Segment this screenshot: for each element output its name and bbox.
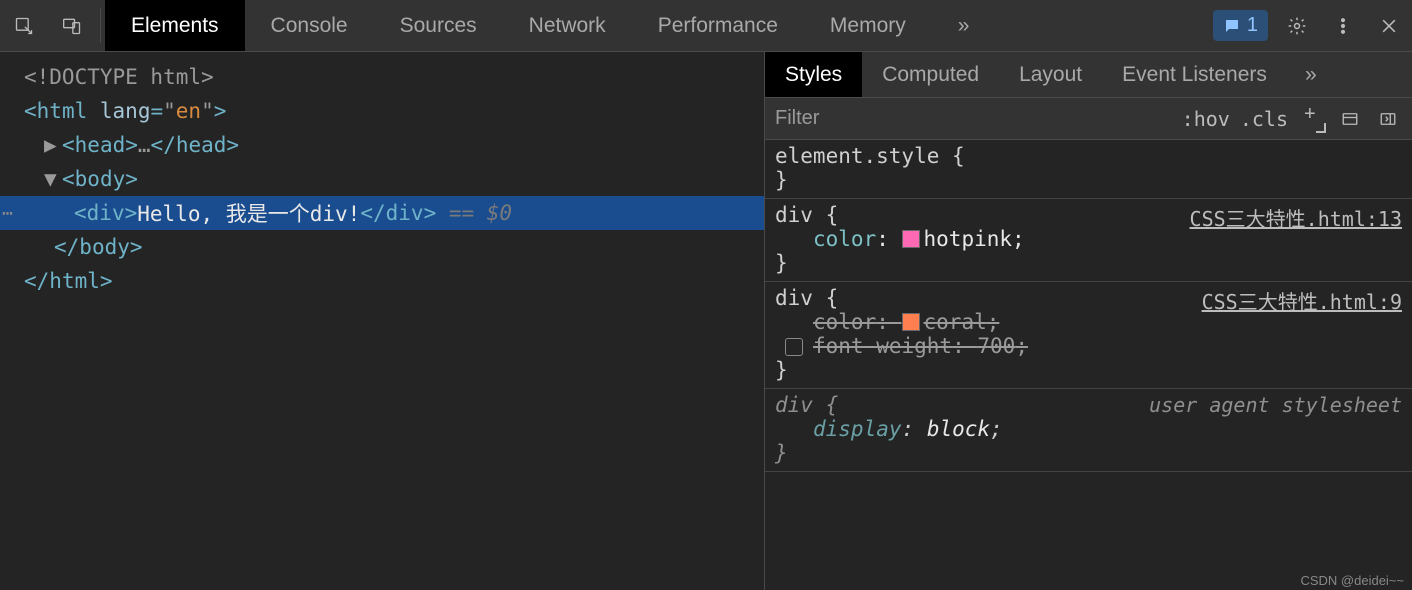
color-swatch-icon[interactable] xyxy=(902,313,920,331)
subtab-styles[interactable]: Styles xyxy=(765,52,862,97)
expand-arrow-icon[interactable]: ▶ xyxy=(44,133,56,157)
watermark: CSDN @deidei~~ xyxy=(1300,573,1404,588)
subtab-computed[interactable]: Computed xyxy=(862,52,999,97)
subtab-layout[interactable]: Layout xyxy=(999,52,1102,97)
property-checkbox[interactable] xyxy=(785,338,803,356)
styles-panel: Styles Computed Layout Event Listeners »… xyxy=(764,52,1412,590)
main-tabs: Elements Console Sources Network Perform… xyxy=(105,0,995,51)
sidebar-toggle-icon[interactable] xyxy=(1374,110,1402,128)
issues-badge[interactable]: 1 xyxy=(1213,10,1268,41)
styles-filter-bar: :hov .cls xyxy=(765,98,1412,140)
styles-subtabs: Styles Computed Layout Event Listeners » xyxy=(765,52,1412,98)
dom-tree[interactable]: <!DOCTYPE html> <html lang="en"> ▶<head>… xyxy=(0,52,764,590)
inspect-icon[interactable] xyxy=(0,0,48,51)
collapse-arrow-icon[interactable]: ▼ xyxy=(44,167,56,191)
settings-icon[interactable] xyxy=(1274,0,1320,51)
cls-toggle[interactable]: .cls xyxy=(1240,107,1288,131)
tab-performance[interactable]: Performance xyxy=(632,0,804,51)
subtab-event-listeners[interactable]: Event Listeners xyxy=(1102,52,1287,97)
tab-elements[interactable]: Elements xyxy=(105,0,245,51)
devtools-toolbar: Elements Console Sources Network Perform… xyxy=(0,0,1412,52)
tab-more[interactable]: » xyxy=(932,0,996,51)
style-rules: element.style { } CSS三大特性.html:13 div { … xyxy=(765,140,1412,590)
close-icon[interactable] xyxy=(1366,0,1412,51)
more-actions-icon[interactable]: ⋯ xyxy=(2,203,14,224)
html-tag: html xyxy=(37,99,88,123)
main-split: <!DOCTYPE html> <html lang="en"> ▶<head>… xyxy=(0,52,1412,590)
node-text: Hello, 我是一个div! xyxy=(137,198,360,228)
hov-toggle[interactable]: :hov xyxy=(1182,107,1230,131)
device-toggle-icon[interactable] xyxy=(48,0,96,51)
tab-network[interactable]: Network xyxy=(503,0,632,51)
rule-source-ua: user agent stylesheet xyxy=(1149,393,1402,417)
style-rule[interactable]: user agent stylesheet div { display: blo… xyxy=(765,389,1412,472)
tab-sources[interactable]: Sources xyxy=(374,0,503,51)
divider xyxy=(100,8,101,43)
issues-count: 1 xyxy=(1247,14,1258,37)
style-rule[interactable]: CSS三大特性.html:9 div { color: coral; font-… xyxy=(765,282,1412,389)
style-rule[interactable]: element.style { } xyxy=(765,140,1412,199)
tab-memory[interactable]: Memory xyxy=(804,0,932,51)
new-style-rule-icon[interactable] xyxy=(1298,109,1326,129)
tab-console[interactable]: Console xyxy=(245,0,374,51)
selection-marker: == $0 xyxy=(436,201,512,225)
subtab-more[interactable]: » xyxy=(1287,52,1335,97)
doctype: <!DOCTYPE html> xyxy=(24,65,214,89)
kebab-icon[interactable] xyxy=(1320,0,1366,51)
computed-toggle-icon[interactable] xyxy=(1336,110,1364,128)
selected-node[interactable]: ⋯ <div>Hello, 我是一个div!</div> == $0 xyxy=(0,196,764,230)
color-swatch-icon[interactable] xyxy=(902,230,920,248)
style-rule[interactable]: CSS三大特性.html:13 div { color: hotpink; } xyxy=(765,199,1412,282)
styles-filter-input[interactable] xyxy=(775,107,1172,130)
